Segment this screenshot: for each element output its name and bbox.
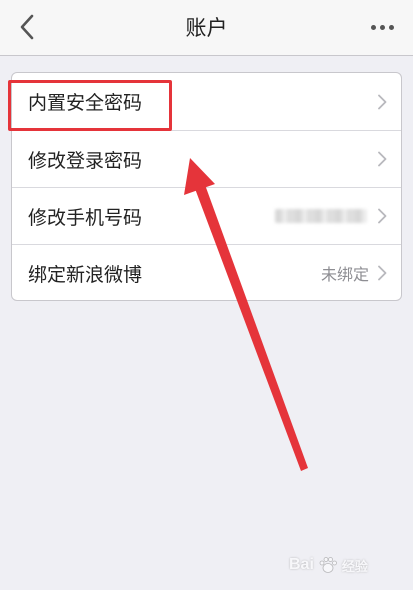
paw-icon	[319, 557, 337, 573]
navigation-bar: 账户	[0, 0, 413, 56]
chevron-right-icon	[378, 265, 387, 281]
masked-phone-value	[275, 209, 367, 223]
more-dot	[388, 24, 394, 30]
settings-item-security-password[interactable]: 内置安全密码	[12, 73, 401, 130]
more-dot	[379, 24, 385, 30]
more-button[interactable]	[365, 16, 399, 38]
settings-item-bind-weibo[interactable]: 绑定新浪微博 未绑定	[12, 244, 401, 300]
more-horizontal-icon	[370, 24, 376, 30]
settings-item-change-login-password[interactable]: 修改登录密码	[12, 130, 401, 187]
settings-item-label: 修改登录密码	[28, 149, 143, 172]
page-title: 账户	[185, 16, 228, 40]
weibo-status-value: 未绑定	[320, 265, 369, 284]
settings-item-label: 绑定新浪微博	[28, 263, 143, 286]
chevron-right-icon	[378, 151, 387, 167]
settings-item-change-phone[interactable]: 修改手机号码	[12, 187, 401, 244]
watermark-suffix: 经验	[341, 559, 368, 575]
watermark-logo: Bai 经验	[289, 548, 405, 582]
watermark-brand: Bai	[289, 556, 314, 573]
settings-item-label: 修改手机号码	[28, 206, 143, 229]
settings-item-label: 内置安全密码	[28, 92, 143, 114]
chevron-right-icon	[378, 208, 387, 224]
chevron-right-icon	[378, 94, 387, 109]
account-settings-list: 内置安全密码 修改登录密码 修改手机号码 绑定新浪微博 未绑定	[11, 72, 402, 301]
